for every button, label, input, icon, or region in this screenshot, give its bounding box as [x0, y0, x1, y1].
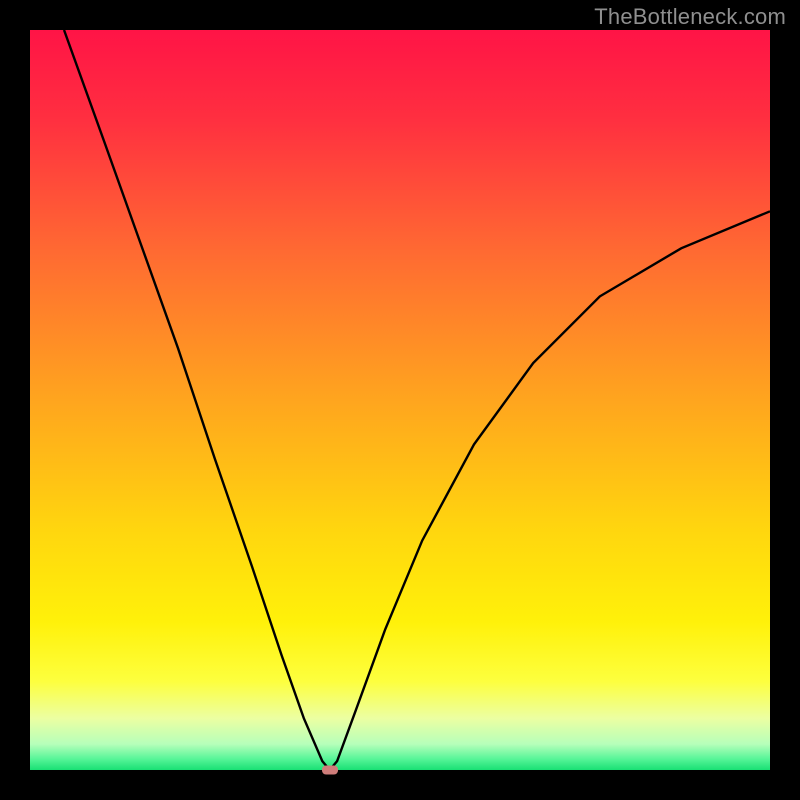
watermark-text: TheBottleneck.com — [594, 4, 786, 30]
curve-right-branch — [330, 211, 770, 770]
bottleneck-curve — [30, 30, 770, 770]
curve-left-branch — [64, 30, 330, 770]
plot-area — [30, 30, 770, 770]
minimum-marker — [322, 766, 338, 775]
